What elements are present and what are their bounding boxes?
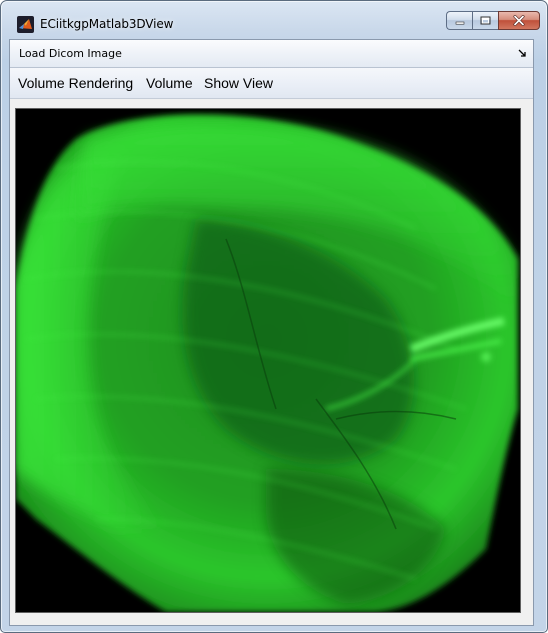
menu-bar: Volume Rendering Volume Show View	[10, 68, 533, 99]
maximize-button[interactable]	[472, 11, 498, 30]
caption-buttons	[446, 11, 540, 30]
minimize-icon	[455, 21, 464, 25]
menu-volume-rendering[interactable]: Volume Rendering	[18, 75, 133, 91]
maximize-icon	[480, 16, 491, 25]
minimize-button[interactable]	[446, 11, 472, 30]
app-window: ECiitkgpMatlab3DView Load Dicom Image Vo…	[0, 0, 548, 633]
menu-volume[interactable]: Volume	[146, 75, 193, 91]
close-icon	[513, 15, 525, 26]
load-dicom-image-button[interactable]: Load Dicom Image	[19, 47, 122, 60]
volume-rendering-image	[16, 114, 518, 612]
client-area: Load Dicom Image Volume Rendering Volume…	[9, 39, 534, 626]
window-title: ECiitkgpMatlab3DView	[40, 17, 174, 31]
menu-show-view[interactable]: Show View	[204, 75, 273, 91]
matlab-icon[interactable]	[17, 16, 34, 33]
close-button[interactable]	[498, 11, 540, 30]
volume-rendering-viewport[interactable]	[15, 108, 521, 613]
toolbar: Load Dicom Image	[10, 40, 533, 68]
undock-arrow-icon[interactable]	[518, 49, 527, 58]
title-bar[interactable]: ECiitkgpMatlab3DView	[1, 1, 547, 39]
